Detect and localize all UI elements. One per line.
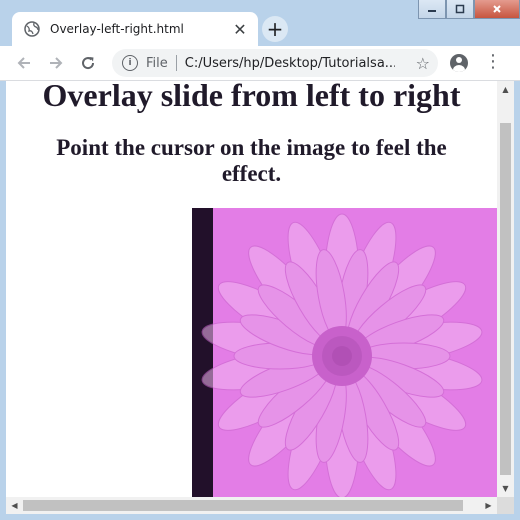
- star-icon[interactable]: ☆: [416, 54, 430, 73]
- horizontal-scrollbar[interactable]: ◀ ▶: [6, 497, 497, 514]
- back-arrow-icon: [17, 57, 30, 69]
- address-scheme: File: [146, 55, 168, 71]
- back-button[interactable]: [10, 49, 38, 77]
- address-separator: [175, 55, 177, 71]
- address-url[interactable]: C:/Users/hp/Desktop/Tutorialsa...: [185, 56, 395, 71]
- flower-image-container[interactable]: [192, 208, 497, 497]
- page-content: Overlay slide from left to right Point t…: [6, 81, 497, 497]
- window-controls: [418, 0, 520, 20]
- vertical-scrollbar[interactable]: ▲ ▼: [497, 81, 514, 497]
- scroll-left-icon[interactable]: ◀: [6, 497, 23, 514]
- address-bar[interactable]: i File C:/Users/hp/Desktop/Tutorialsa...…: [112, 49, 438, 77]
- forward-arrow-icon: [50, 57, 63, 69]
- forward-button[interactable]: [42, 49, 70, 77]
- horizontal-scroll-thumb[interactable]: [23, 500, 463, 511]
- window-titlebar: Overlay-left-right.html ✕ +: [0, 0, 520, 46]
- profile-icon[interactable]: [450, 54, 468, 72]
- close-icon: [493, 5, 501, 13]
- reload-icon: [82, 57, 95, 70]
- browser-toolbar: i File C:/Users/hp/Desktop/Tutorialsa...…: [0, 46, 520, 81]
- page-subheading: Point the cursor on the image to feel th…: [56, 135, 447, 186]
- scroll-right-icon[interactable]: ▶: [480, 497, 497, 514]
- maximize-button[interactable]: [446, 0, 474, 19]
- browser-tab[interactable]: Overlay-left-right.html ✕: [12, 12, 258, 46]
- page-heading: Overlay slide from left to right: [42, 81, 461, 113]
- minimize-icon: [428, 10, 436, 12]
- minimize-button[interactable]: [418, 0, 446, 19]
- scroll-up-icon[interactable]: ▲: [497, 81, 514, 98]
- daisy-flower-image: [201, 213, 483, 497]
- tab-close-icon[interactable]: ✕: [230, 19, 250, 39]
- tab-title: Overlay-left-right.html: [50, 22, 184, 36]
- scrollbar-corner: [497, 497, 514, 514]
- vertical-scroll-thumb[interactable]: [500, 123, 511, 475]
- close-window-button[interactable]: [474, 0, 520, 19]
- new-tab-button[interactable]: +: [262, 16, 288, 42]
- info-icon[interactable]: i: [122, 55, 138, 71]
- kebab-menu-icon[interactable]: ⋮: [484, 53, 502, 71]
- scroll-down-icon[interactable]: ▼: [497, 480, 514, 497]
- globe-icon: [24, 21, 40, 37]
- maximize-icon: [455, 4, 465, 14]
- reload-button[interactable]: [74, 49, 102, 77]
